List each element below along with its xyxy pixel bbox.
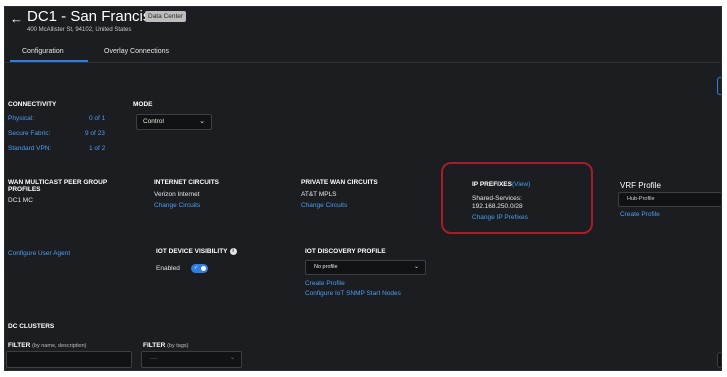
filter-tags-select[interactable]: ---- ⌄ — [141, 351, 242, 368]
vrf-profile-select-value: Hub-Profile — [627, 196, 655, 202]
filter-tags-placeholder: ---- — [150, 356, 158, 362]
info-icon[interactable]: i — [229, 248, 237, 255]
ip-prefixes-view-link[interactable]: View — [514, 181, 528, 188]
check-icon: ✓ — [194, 265, 199, 271]
iot-visibility-toggle[interactable]: ✓ — [191, 264, 208, 273]
mode-heading: MODE — [133, 101, 153, 108]
filter-name-input[interactable] — [6, 351, 132, 368]
iot-visibility-heading: IOT DEVICE VISIBILITY i — [156, 248, 237, 255]
chevron-down-icon: ⌄ — [413, 264, 419, 270]
tab-configuration[interactable]: Configuration — [22, 48, 64, 55]
site-type-badge: Data Center — [145, 11, 187, 22]
mode-select-value: Control — [143, 118, 164, 125]
active-tab-indicator — [10, 60, 88, 62]
private-wan-value: AT&T MPLS — [301, 191, 337, 198]
connectivity-physical-label[interactable]: Physical: — [8, 115, 34, 122]
site-address: 400 McAllister St, 94102, United States — [27, 27, 132, 33]
configure-user-agent-link[interactable]: Configure User Agent — [8, 250, 70, 257]
internet-circuits-heading: INTERNET CIRCUITS — [154, 179, 219, 186]
private-wan-heading: PRIVATE WAN CIRCUITS — [301, 179, 378, 186]
chevron-down-icon: ⌄ — [229, 355, 235, 361]
tab-overlay-connections[interactable]: Overlay Connections — [104, 48, 169, 55]
vrf-profile-heading: VRF Profile — [620, 181, 661, 190]
internet-circuits-value: Verizon Internet — [154, 191, 200, 198]
app-window: ← DC1 - San Francisco Data Center 400 Mc… — [4, 6, 722, 371]
ip-prefixes-heading: IP PREFIXES(View) — [472, 181, 531, 188]
mode-select[interactable]: Control ⌄ — [136, 114, 212, 130]
vrf-create-profile-link[interactable]: Create Profile — [620, 211, 660, 218]
configure-iot-snmp-link[interactable]: Configure IoT SNMP Start Nodes — [305, 290, 401, 297]
private-wan-change-circuits-link[interactable]: Change Circuits — [301, 202, 347, 209]
ip-prefixes-label: Shared-Services: — [472, 195, 522, 202]
connectivity-standard-vpn-value[interactable]: 1 of 2 — [89, 145, 105, 152]
filter-tags-label: FILTER (by tags) — [143, 342, 189, 349]
filter-name-label: FILTER (by name, description) — [8, 342, 87, 349]
connectivity-secure-fabric-value[interactable]: 9 of 23 — [85, 130, 105, 137]
ip-prefixes-value: 192.168.250.0/28 — [472, 203, 523, 210]
connectivity-secure-fabric-label[interactable]: Secure Fabric: — [8, 130, 50, 137]
iot-discovery-select[interactable]: No profile ⌄ — [305, 260, 426, 275]
chevron-down-icon: ⌄ — [199, 118, 205, 125]
connectivity-physical-value[interactable]: 0 of 1 — [89, 115, 105, 122]
iot-visibility-status: Enabled — [156, 265, 180, 272]
wan-multicast-heading: WAN MULTICAST PEER GROUP — [8, 179, 108, 186]
back-arrow-icon[interactable]: ← — [10, 11, 23, 26]
change-ip-prefixes-link[interactable]: Change IP Prefixes — [472, 214, 528, 221]
vrf-profile-select[interactable]: Hub-Profile — [618, 192, 721, 207]
internet-change-circuits-link[interactable]: Change Circuits — [154, 202, 200, 209]
wan-multicast-heading-line2: PROFILES — [8, 186, 41, 193]
side-panel-edge — [717, 352, 721, 368]
wan-multicast-value: DC1 MC — [8, 197, 33, 204]
connectivity-heading: CONNECTIVITY — [8, 101, 57, 108]
side-panel-toggle[interactable] — [717, 77, 721, 95]
iot-discovery-heading: IOT DISCOVERY PROFILE — [305, 248, 386, 255]
dc-clusters-heading: DC CLUSTERS — [8, 323, 55, 330]
iot-create-profile-link[interactable]: Create Profile — [305, 280, 345, 287]
iot-discovery-select-value: No profile — [314, 264, 338, 270]
connectivity-standard-vpn-label[interactable]: Standard VPN: — [8, 145, 51, 152]
